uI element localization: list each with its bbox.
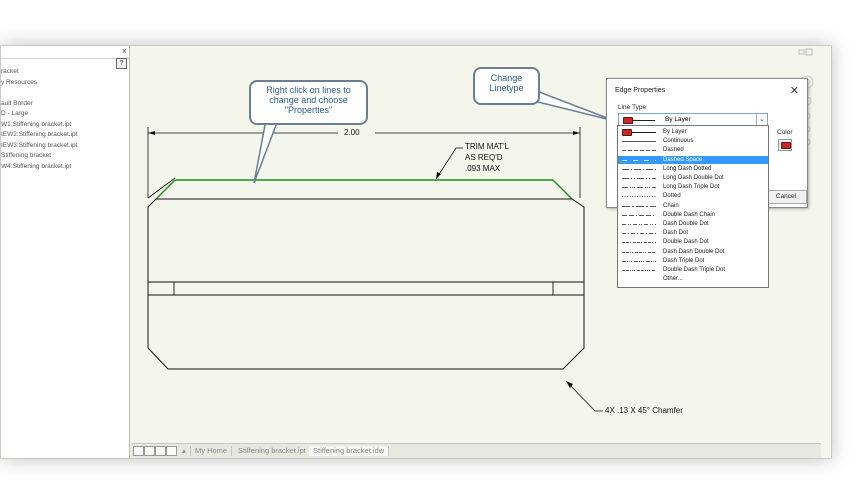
line-type-option-label: Dash Triple Dot [663, 257, 705, 264]
dimension-arrow [148, 131, 155, 135]
line-sample [622, 260, 656, 262]
part-outline[interactable] [147, 198, 585, 370]
line-type-option-label: Dash Double Dot [663, 221, 709, 227]
leader-line [147, 177, 176, 199]
line-type-option-label: Long Dash Dotted [663, 165, 712, 172]
line-type-option[interactable]: Dash Double Dot [618, 220, 768, 228]
line-type-option-label: Double Dash Chain [663, 211, 716, 218]
line-sample [622, 251, 656, 253]
line-type-option[interactable]: Dash Triple Dot [618, 257, 768, 265]
change-linetype-callout: Change Linetype [473, 67, 540, 105]
color-label: Color [777, 129, 793, 136]
color-swatch-icon [623, 117, 633, 124]
chamfer-note[interactable]: 4X .13 X 45° Chamfer [605, 406, 683, 415]
trim-note-line2[interactable]: AS REQ'D [465, 153, 503, 162]
line-sample [622, 168, 656, 170]
line-sample [622, 141, 656, 143]
line-type-option[interactable]: Dashed [618, 146, 768, 154]
line-sample [622, 196, 656, 198]
line-sample [622, 224, 656, 225]
line-sample [622, 214, 656, 216]
line-sample [622, 159, 656, 161]
line-sample [632, 132, 656, 133]
close-icon[interactable]: ✕ [790, 84, 799, 97]
cancel-button[interactable]: Cancel [765, 190, 807, 204]
color-button[interactable] [778, 139, 792, 151]
line-type-option-label: Other... [663, 276, 683, 283]
highlighted-chamfer-edge[interactable] [552, 179, 573, 200]
line-type-option[interactable]: Dash Dot [618, 229, 768, 237]
line-type-option[interactable]: Dash Dash Double Dot [618, 248, 768, 256]
trim-note-line3[interactable]: .093 MAX [465, 164, 500, 173]
line-type-option-label: Dashed Space [663, 156, 703, 163]
line-type-option-label: Long Dash Double Dot [663, 175, 724, 181]
line-sample [622, 187, 656, 189]
line-sample [622, 150, 656, 152]
line-type-option-label: Dash Dash Double Dot [663, 248, 725, 255]
line-type-dropdown-list[interactable]: By Layer Continuous Dashed Dashed Space Long… [617, 125, 769, 288]
line-type-option-label: Continuous [663, 138, 694, 145]
line-type-option[interactable]: Other... [618, 275, 768, 283]
line-type-option-label: Dashed [663, 147, 684, 154]
callout-pointer [532, 88, 616, 122]
line-type-option-label: Double Dash Triple Dot [663, 267, 726, 273]
dialog-title: Edge Properties [615, 87, 666, 94]
line-type-option[interactable]: Long Dash Triple Dot [618, 183, 768, 191]
line-sample [622, 270, 656, 271]
line-sample [633, 120, 655, 121]
line-type-option-label: Chain [663, 202, 679, 209]
line-type-option-label: Double Dash Dot [663, 239, 709, 246]
right-click-callout: Right click on lines to change and choos… [249, 80, 368, 125]
line-type-option[interactable]: Chain [618, 202, 768, 210]
dimension-arrow [573, 131, 580, 135]
line-type-option[interactable]: Double Dash Triple Dot [618, 266, 768, 274]
line-type-option[interactable]: Long Dash Dotted [618, 165, 768, 173]
line-sample [622, 233, 656, 235]
line-sample [622, 242, 656, 244]
color-swatch-icon [781, 142, 791, 149]
line-type-option[interactable]: Double Dash Dot [618, 238, 768, 246]
selected-line-type: By Layer [665, 116, 691, 123]
line-sample [622, 178, 656, 179]
line-type-option[interactable]: By Layer [618, 128, 768, 136]
color-swatch-icon [622, 129, 632, 136]
line-type-option[interactable]: Dotted [618, 192, 768, 200]
line-type-option-label: Dash Dot [663, 230, 689, 237]
dimension-value[interactable]: 2.00 [342, 128, 362, 137]
line-type-option-label: Dotted [663, 193, 681, 200]
line-type-option[interactable]: Long Dash Double Dot [618, 174, 768, 182]
line-type-option[interactable]: Double Dash Chain [618, 211, 768, 219]
line-type-option[interactable]: Dashed Space [618, 155, 768, 164]
callout-pointer [253, 119, 280, 184]
line-type-label: Line Type [618, 104, 647, 111]
line-type-option[interactable]: Continuous [618, 137, 768, 145]
line-sample [622, 205, 656, 207]
trim-note-line1[interactable]: TRIM MAT'L [465, 142, 509, 151]
line-type-option-label: By Layer [663, 129, 687, 135]
line-type-option-label: Long Dash Triple Dot [663, 184, 720, 191]
